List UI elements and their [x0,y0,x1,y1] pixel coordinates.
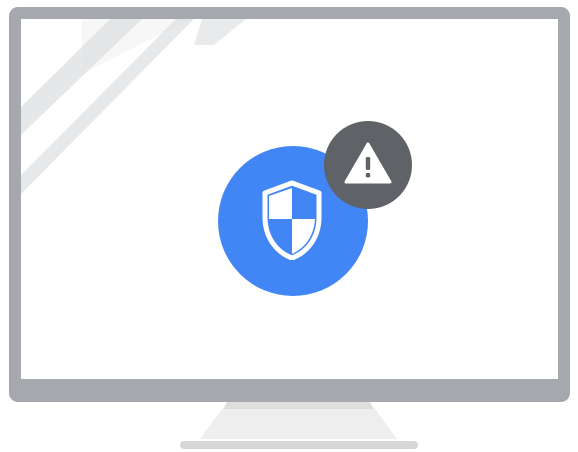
shield-icon [262,180,322,260]
security-warning-illustration [0,0,578,452]
warning-icon [344,142,392,184]
monitor-stand-base [180,441,418,449]
monitor-stand-shadow [224,402,373,409]
